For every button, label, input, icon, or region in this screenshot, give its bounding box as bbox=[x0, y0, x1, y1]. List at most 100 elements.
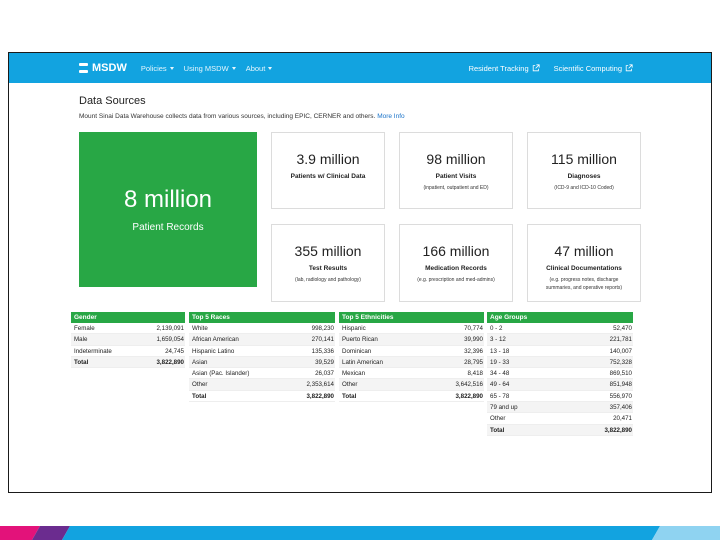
table-row: 3 - 12 221,781 bbox=[487, 334, 633, 346]
caret-down-icon bbox=[268, 66, 273, 70]
table-row: 49 - 64 851,948 bbox=[487, 379, 633, 391]
row-value: 752,328 bbox=[609, 358, 632, 366]
table-row: Other 2,353,614 bbox=[189, 379, 335, 391]
row-value: 3,822,890 bbox=[455, 392, 483, 400]
stat-label: Clinical Documentations bbox=[546, 265, 622, 272]
row-label: 49 - 64 bbox=[490, 381, 510, 389]
stat-card-medication-records: 166 million Medication Records (e.g. pre… bbox=[399, 224, 513, 302]
table-row: Female 2,139,091 bbox=[71, 323, 185, 335]
row-label: Hispanic Latino bbox=[192, 347, 235, 355]
row-label: Male bbox=[74, 336, 88, 344]
stat-sub: (inpatient, outpatient and ED) bbox=[423, 185, 489, 191]
row-value: 556,970 bbox=[609, 392, 632, 400]
row-label: Other bbox=[192, 381, 208, 389]
row-value: 998,230 bbox=[311, 325, 334, 332]
row-label: Puerto Rican bbox=[342, 336, 378, 344]
table-header: Top 5 Races bbox=[189, 312, 335, 323]
table-row: Male 1,659,054 bbox=[71, 334, 185, 346]
stat-sub: (e.g. prescription and med-admins) bbox=[417, 277, 495, 283]
table-total-row: Total 3,822,890 bbox=[71, 356, 185, 369]
stat-sub: (lab, radiology and pathology) bbox=[295, 277, 361, 283]
table-row: Asian 39,529 bbox=[189, 356, 335, 369]
nav-policies[interactable]: Policies bbox=[141, 64, 174, 73]
table-row: Asian (Pac. Islander) 26,037 bbox=[189, 368, 335, 380]
row-label: 3 - 12 bbox=[490, 336, 506, 344]
table-row: 65 - 78 556,970 bbox=[487, 391, 633, 403]
table-row: Indeterminate 24,745 bbox=[71, 346, 185, 357]
main-content: Data Sources Mount Sinai Data Warehouse … bbox=[79, 95, 649, 302]
row-label: Latin American bbox=[342, 358, 383, 366]
row-value: 357,406 bbox=[609, 404, 632, 412]
row-label: White bbox=[192, 325, 208, 332]
navbar: MSDW Policies Using MSDW About Resident … bbox=[9, 53, 711, 83]
races-table: Top 5 Races White 998,230 African American… bbox=[189, 312, 335, 403]
row-value: 851,948 bbox=[609, 381, 632, 389]
row-label: Other bbox=[490, 415, 506, 423]
stat-value: 355 million bbox=[294, 243, 362, 259]
table-row: Hispanic Latino 135,336 bbox=[189, 346, 335, 357]
row-label: 79 and up bbox=[490, 404, 518, 412]
table-row: 34 - 48 869,510 bbox=[487, 368, 633, 380]
stat-value: 3.9 million bbox=[296, 151, 360, 167]
table-row: White 998,230 bbox=[189, 323, 335, 335]
stat-label: Patient Visits bbox=[435, 173, 477, 180]
row-value: 221,781 bbox=[609, 336, 632, 344]
row-label: African American bbox=[192, 336, 239, 344]
hero-card: 8 million Patient Records bbox=[79, 132, 257, 287]
browser-frame: MSDW Policies Using MSDW About Resident … bbox=[8, 52, 712, 493]
table-row: Other 3,642,516 bbox=[339, 379, 484, 391]
stat-label: Patients w/ Clinical Data bbox=[290, 173, 366, 180]
table-row: Dominican 32,396 bbox=[339, 346, 484, 357]
row-label: Mexican bbox=[342, 370, 366, 378]
database-icon bbox=[79, 63, 88, 73]
nav-using-msdw[interactable]: Using MSDW bbox=[184, 64, 236, 73]
table-header: Age Groups bbox=[487, 312, 633, 323]
table-row: 0 - 2 52,470 bbox=[487, 323, 633, 335]
stat-value: 47 million bbox=[554, 243, 614, 259]
row-label: 0 - 2 bbox=[490, 325, 503, 332]
row-label: Total bbox=[74, 358, 89, 366]
stat-label: Diagnoses bbox=[567, 173, 601, 180]
row-value: 32,396 bbox=[464, 347, 483, 355]
row-label: Female bbox=[74, 325, 95, 332]
nav-scientific-computing[interactable]: Scientific Computing bbox=[554, 64, 633, 73]
row-label: Total bbox=[192, 392, 207, 400]
stat-sub: (e.g. progress notes, discharge summarie… bbox=[545, 277, 623, 291]
row-label: Other bbox=[342, 381, 358, 389]
nav-resident-tracking[interactable]: Resident Tracking bbox=[469, 64, 540, 73]
row-value: 135,336 bbox=[311, 347, 334, 355]
table-total-row: Total 3,822,890 bbox=[487, 424, 633, 436]
table-row: 13 - 18 140,007 bbox=[487, 346, 633, 357]
hero-value: 8 million bbox=[123, 186, 213, 213]
brand[interactable]: MSDW bbox=[79, 62, 127, 74]
caret-down-icon bbox=[231, 66, 236, 70]
stat-value: 166 million bbox=[422, 243, 490, 259]
row-value: 70,774 bbox=[464, 325, 483, 332]
external-link-icon bbox=[532, 64, 540, 72]
row-value: 2,353,614 bbox=[306, 381, 334, 389]
stat-card-test-results: 355 million Test Results (lab, radiology… bbox=[271, 224, 385, 302]
stat-label: Test Results bbox=[308, 265, 348, 272]
intro-text: Mount Sinai Data Warehouse collects data… bbox=[79, 113, 405, 120]
brand-label: MSDW bbox=[92, 62, 127, 74]
row-value: 869,510 bbox=[609, 370, 632, 378]
stat-card-patients-clinical: 3.9 million Patients w/ Clinical Data bbox=[271, 132, 385, 209]
table-total-row: Total 3,822,890 bbox=[189, 391, 335, 403]
row-label: Total bbox=[490, 426, 505, 434]
row-value: 39,529 bbox=[315, 358, 334, 366]
row-value: 3,642,516 bbox=[455, 381, 483, 389]
row-value: 26,037 bbox=[315, 370, 334, 378]
stat-card-clinical-documentations: 47 million Clinical Documentations (e.g.… bbox=[527, 224, 641, 302]
table-row: Puerto Rican 39,990 bbox=[339, 334, 484, 346]
table-row: 19 - 33 752,328 bbox=[487, 356, 633, 369]
row-value: 270,141 bbox=[311, 336, 334, 344]
more-info-link[interactable]: More Info bbox=[377, 113, 404, 120]
row-label: Hispanic bbox=[342, 325, 366, 332]
row-value: 1,659,054 bbox=[156, 336, 184, 344]
row-value: 20,471 bbox=[613, 415, 632, 423]
row-value: 2,139,091 bbox=[156, 325, 184, 332]
table-row: Other 20,471 bbox=[487, 413, 633, 425]
stat-value: 98 million bbox=[426, 151, 486, 167]
row-value: 3,822,890 bbox=[306, 392, 334, 400]
nav-about[interactable]: About bbox=[246, 64, 273, 73]
